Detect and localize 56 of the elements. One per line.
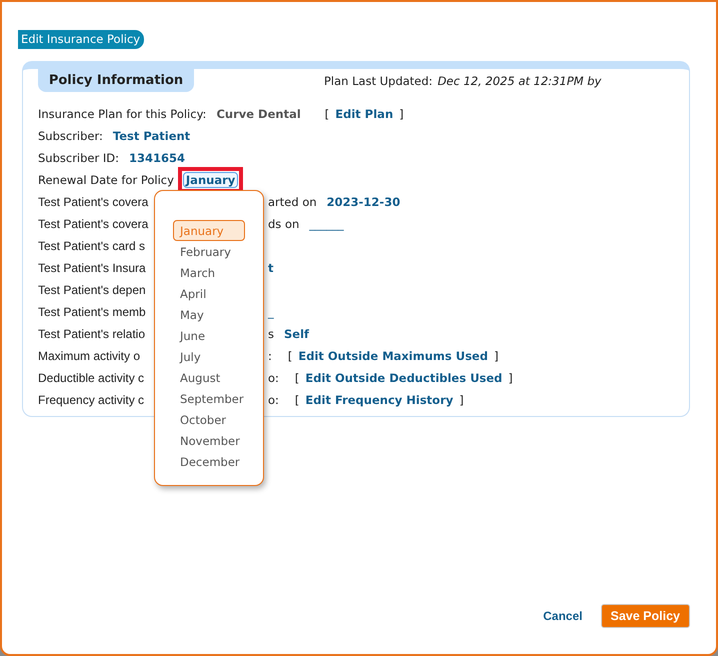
field-label: s: [268, 327, 274, 341]
month-option[interactable]: June: [173, 325, 245, 346]
field-value: t: [268, 261, 274, 275]
field-value: Test Patient: [112, 129, 190, 143]
month-option[interactable]: May: [173, 304, 245, 325]
field-value: 2023-12-30: [326, 195, 400, 209]
field-label: Test Patient's card s: [38, 239, 146, 253]
bracket: ]: [494, 349, 498, 363]
blank-line: _: [268, 305, 274, 319]
month-option[interactable]: December: [173, 451, 245, 472]
field-label: Test Patient's covera: [38, 217, 148, 231]
field-label: Test Patient's depen: [38, 283, 146, 297]
field-label: o:: [268, 393, 279, 407]
field-label: arted on: [268, 195, 317, 209]
field-label: Test Patient's covera: [38, 195, 148, 209]
field-label: Subscriber ID:: [38, 151, 120, 165]
edit-link[interactable]: Edit Plan: [335, 107, 394, 121]
field-label: :: [268, 349, 272, 363]
month-option[interactable]: November: [173, 430, 245, 451]
month-option[interactable]: October: [173, 409, 245, 430]
blank-line: ______: [309, 217, 344, 231]
field-label: Insurance Plan for this Policy:: [38, 107, 206, 121]
field-label: Subscriber:: [38, 129, 103, 143]
field-value: Self: [284, 327, 310, 341]
month-option[interactable]: August: [173, 367, 245, 388]
month-option[interactable]: February: [173, 241, 245, 262]
bracket: ]: [399, 107, 404, 121]
field-label: Renewal Date for Policy: [38, 173, 174, 187]
bracket: [: [294, 371, 300, 385]
month-option[interactable]: March: [173, 262, 245, 283]
bracket: [: [288, 349, 292, 363]
field-value: 1341654: [129, 151, 186, 165]
bracket: [: [324, 107, 330, 121]
bracket: ]: [508, 371, 513, 385]
cancel-link[interactable]: Cancel: [543, 609, 582, 623]
edit-link[interactable]: Edit Outside Maximums Used: [298, 349, 488, 363]
field-label: Test Patient's relatio: [38, 327, 146, 341]
month-option[interactable]: April: [173, 283, 245, 304]
field-label: ds on: [268, 217, 300, 231]
field-label: Frequency activity c: [38, 393, 144, 407]
bracket: [: [294, 393, 300, 407]
field-value: Curve Dental: [216, 107, 301, 121]
updated-value: Dec 12, 2025 at 12:31PM by: [438, 74, 602, 88]
field-label: Test Patient's memb: [38, 305, 146, 319]
edit-link[interactable]: Edit Outside Deductibles Used: [305, 371, 502, 385]
month-option[interactable]: July: [173, 346, 245, 367]
updated-label: Plan Last Updated:: [324, 74, 433, 88]
field-label: Deductible activity c: [38, 371, 144, 385]
month-select[interactable]: January: [182, 172, 238, 188]
field-label: o:: [268, 371, 279, 385]
edit-link[interactable]: Edit Frequency History: [305, 393, 454, 407]
field-label: Maximum activity o: [38, 349, 140, 363]
field-label: Test Patient's Insura: [38, 261, 146, 275]
bracket: ]: [459, 393, 464, 407]
month-option[interactable]: September: [173, 388, 245, 409]
dialog-title: Edit Insurance Policy: [18, 30, 144, 49]
